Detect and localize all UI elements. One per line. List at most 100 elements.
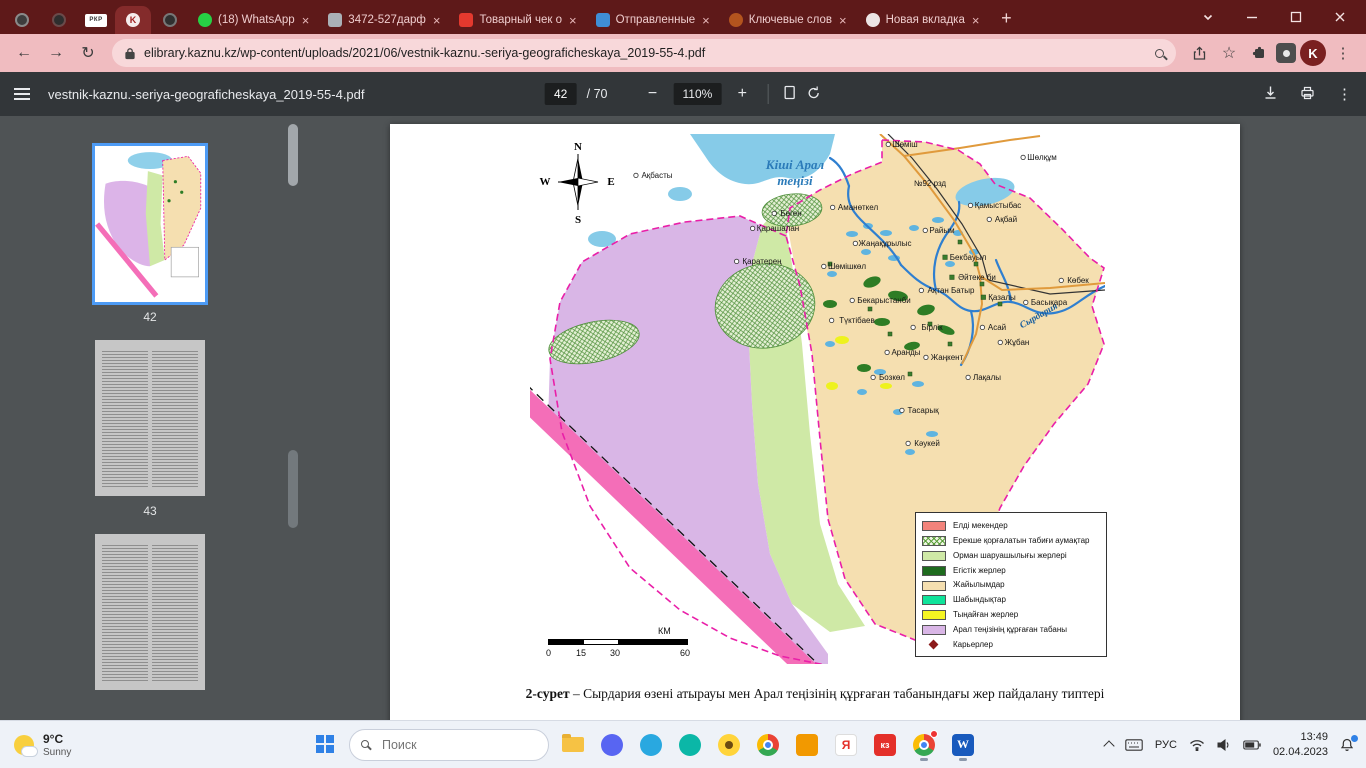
window-minimize-button[interactable] — [1230, 0, 1274, 34]
pinned-tab-3[interactable] — [152, 6, 188, 34]
zoom-level: 110% — [674, 83, 722, 105]
pinned-tab-1[interactable] — [4, 6, 40, 34]
reddoc-favicon — [459, 13, 473, 27]
legend-label: Тыңайған жерлер — [953, 611, 1018, 619]
legend-row: Жайылымдар — [922, 578, 1100, 593]
legend-row: Егістік жерлер — [922, 563, 1100, 578]
legend-label: Жайылымдар — [953, 581, 1005, 589]
tab-3472[interactable]: 3472-527дарф× — [319, 6, 449, 34]
share-icon[interactable] — [1186, 40, 1212, 66]
chrome-button[interactable] — [753, 728, 783, 762]
notifications-button[interactable] — [1340, 738, 1354, 752]
weather-condition: Sunny — [43, 747, 71, 758]
zoom-indicator-icon[interactable] — [1155, 49, 1164, 58]
new-tab-button[interactable]: + — [993, 5, 1019, 31]
file-explorer-button[interactable] — [558, 728, 588, 762]
skype-app-button[interactable] — [636, 728, 666, 762]
omnibox[interactable]: elibrary.kaznu.kz/wp-content/uploads/202… — [112, 39, 1176, 67]
place-label: Шөмішкөл — [828, 262, 866, 271]
tab-whatsapp[interactable]: (18) WhatsApp× — [189, 6, 318, 34]
tray-expand-chevron-icon[interactable] — [1103, 740, 1114, 751]
sidebar-scrollbar-track[interactable] — [288, 450, 298, 528]
print-icon[interactable] — [1300, 85, 1315, 103]
reload-button[interactable]: ↻ — [74, 39, 102, 67]
search-input[interactable] — [349, 729, 549, 761]
chrome-active-button[interactable] — [909, 728, 939, 762]
place-label: Басықара — [1031, 298, 1068, 307]
rotate-icon[interactable] — [806, 85, 821, 103]
tab-close-icon[interactable]: × — [433, 14, 441, 27]
taskbar-center: Я кз W — [310, 728, 978, 762]
zoom-in-button[interactable]: + — [731, 85, 753, 103]
place-label: Ақбасты — [641, 171, 672, 180]
yandex-button[interactable]: Я — [831, 728, 861, 762]
wifi-icon[interactable] — [1189, 739, 1205, 751]
word-button[interactable]: W — [948, 728, 978, 762]
pdf-more-menu-icon[interactable]: ⋮ — [1337, 85, 1352, 103]
place-label: Асай — [988, 323, 1006, 332]
yandex-icon: Я — [835, 734, 857, 756]
tab-pdf-active[interactable]: K — [115, 6, 151, 34]
weather-widget[interactable]: 9°C Sunny — [0, 732, 160, 758]
window-maximize-button[interactable] — [1274, 0, 1318, 34]
profile-avatar[interactable]: K — [1300, 40, 1326, 66]
dark3-favicon — [163, 13, 177, 27]
messenger-app-button[interactable] — [597, 728, 627, 762]
start-button[interactable] — [310, 728, 340, 762]
notification-badge — [930, 730, 938, 738]
clock[interactable]: 13:49 02.04.2023 — [1273, 730, 1328, 759]
pdf-filename: vestnik-kaznu.-seriya-geograficheskaya_2… — [48, 87, 365, 102]
scale-tick: 60 — [680, 648, 690, 658]
tab-tovarny-chek[interactable]: Товарный чек о× — [450, 6, 585, 34]
newtab-favicon — [866, 13, 880, 27]
battery-icon[interactable] — [1243, 740, 1261, 750]
browser-menu-icon[interactable]: ⋮ — [1330, 40, 1356, 66]
telegram-app-button[interactable] — [675, 728, 705, 762]
download-icon[interactable] — [1263, 85, 1278, 103]
tab-close-icon[interactable]: × — [302, 14, 310, 27]
map-legend: Елді мекендерЕрекше қорғалатын табиғи ау… — [915, 512, 1107, 657]
url-text: elibrary.kaznu.kz/wp-content/uploads/202… — [144, 46, 1147, 60]
pinned-tab-pkp[interactable]: РКР — [78, 6, 114, 34]
back-button[interactable]: ← — [10, 39, 38, 67]
thumbnail-page-43[interactable] — [95, 340, 205, 496]
mail-app-icon — [796, 734, 818, 756]
kz-app-button[interactable]: кз — [870, 728, 900, 762]
tab-close-icon[interactable]: × — [702, 14, 710, 27]
sticker-app-button[interactable] — [714, 728, 744, 762]
mail-app-button[interactable] — [792, 728, 822, 762]
thumbnail-page-44[interactable] — [95, 534, 205, 690]
sea-label: теңізі — [777, 173, 813, 188]
keyboard-icon[interactable] — [1125, 739, 1143, 751]
tab-novaya-vkladka[interactable]: Новая вкладка× — [857, 6, 989, 34]
bookmark-star-icon[interactable]: ☆ — [1216, 40, 1242, 66]
tab-close-icon[interactable]: × — [569, 14, 577, 27]
zoom-out-button[interactable]: − — [642, 85, 664, 103]
notification-count-badge — [1351, 735, 1358, 742]
pdf-menu-icon[interactable] — [14, 93, 30, 95]
tab-klyuchevye-slova[interactable]: Ключевые слов× — [720, 6, 856, 34]
forward-button[interactable]: → — [42, 39, 70, 67]
page-number-input[interactable] — [545, 83, 577, 105]
scale-tick: 15 — [576, 648, 586, 658]
tab-search-chevron-icon[interactable] — [1186, 0, 1230, 34]
volume-icon[interactable] — [1217, 739, 1231, 751]
window-close-button[interactable] — [1318, 0, 1362, 34]
sidebar-scrollbar-thumb[interactable] — [288, 124, 298, 186]
whatsapp-favicon — [198, 13, 212, 27]
extensions-puzzle-icon[interactable] — [1246, 40, 1272, 66]
pinned-tab-2[interactable] — [41, 6, 77, 34]
thumbnail-page-42[interactable] — [95, 146, 205, 302]
extension-badge-icon[interactable] — [1276, 43, 1296, 63]
tab-close-icon[interactable]: × — [839, 14, 847, 27]
legend-row: Ерекше қорғалатын табиғи аумақтар — [922, 534, 1100, 549]
tab-close-icon[interactable]: × — [972, 14, 980, 27]
pdf-viewer-content: 42 43 — [0, 116, 1366, 720]
fit-page-icon[interactable] — [782, 85, 796, 103]
doc-favicon — [328, 13, 342, 27]
language-indicator[interactable]: РУС — [1155, 739, 1177, 751]
tab-otpravlennye[interactable]: Отправленные× — [587, 6, 719, 34]
place-label: Жаңақұрылыс — [859, 239, 912, 248]
legend-swatch-quarry — [922, 640, 946, 650]
legend-label: Арал теңізінің құрғаған табаны — [953, 626, 1067, 634]
